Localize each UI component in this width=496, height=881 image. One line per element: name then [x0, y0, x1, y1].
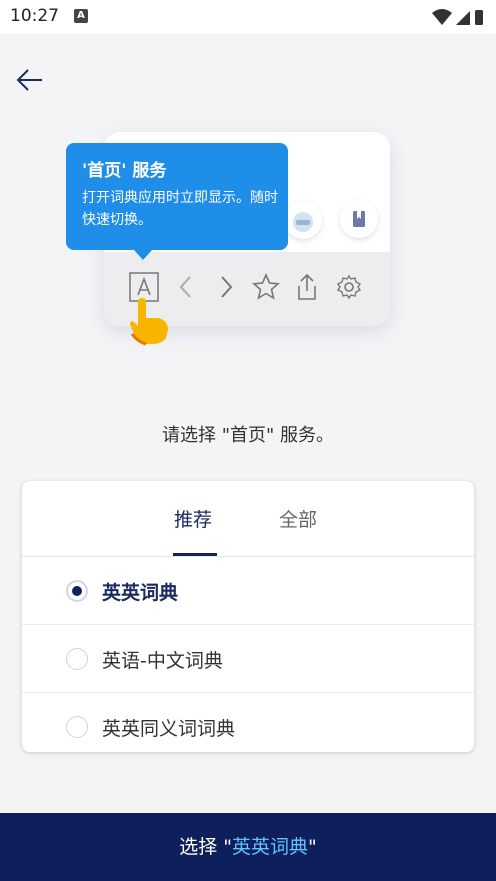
- tooltip-title: '首页' 服务: [82, 161, 167, 181]
- star-icon: [252, 273, 280, 300]
- radio-button-selected[interactable]: [66, 580, 88, 602]
- status-time: 10:27: [10, 6, 59, 26]
- option-english-thesaurus[interactable]: 英英同义词词典: [22, 693, 474, 761]
- chevron-left-icon: [179, 276, 191, 298]
- button-suffix: ": [308, 836, 317, 858]
- radio-button[interactable]: [66, 716, 88, 738]
- back-arrow-icon[interactable]: [14, 64, 46, 96]
- select-dictionary-button[interactable]: 选择 "英英词典": [0, 813, 496, 881]
- notification-a-icon: A: [74, 9, 88, 23]
- service-selection-panel: 推荐 全部 英英词典 英语-中文词典 英英同义词词典: [22, 481, 474, 752]
- selection-prompt: 请选择 "首页" 服务。: [161, 425, 334, 446]
- illustration-bookmark-icon: [340, 200, 378, 238]
- option-label: 英语-中文词典: [102, 650, 223, 672]
- option-english-chinese-dictionary[interactable]: 英语-中文词典: [22, 625, 474, 693]
- signal-wifi-battery-icon: [432, 9, 483, 25]
- button-selection: 英英词典: [232, 836, 309, 858]
- tooltip-body: 打开词典应用时立即显示。随时快速切换。: [82, 190, 278, 228]
- settings-gear-icon: [336, 274, 362, 300]
- illustration-avatar-icon: [284, 201, 322, 239]
- homepage-tooltip: '首页' 服务 打开词典应用时立即显示。随时快速切换。: [66, 143, 288, 260]
- share-icon: [298, 273, 316, 300]
- chevron-right-icon: [221, 276, 233, 298]
- button-prefix: 选择 ": [179, 836, 232, 858]
- option-label: 英英同义词词典: [102, 718, 236, 740]
- tab-recommended[interactable]: 推荐: [174, 505, 212, 532]
- tab-all[interactable]: 全部: [279, 505, 317, 532]
- pointing-hand-icon: [130, 298, 168, 346]
- status-bar: 10:27 A: [0, 0, 496, 34]
- option-english-english-dictionary[interactable]: 英英词典: [22, 557, 474, 625]
- option-label: 英英词典: [102, 582, 179, 604]
- radio-button[interactable]: [66, 648, 88, 670]
